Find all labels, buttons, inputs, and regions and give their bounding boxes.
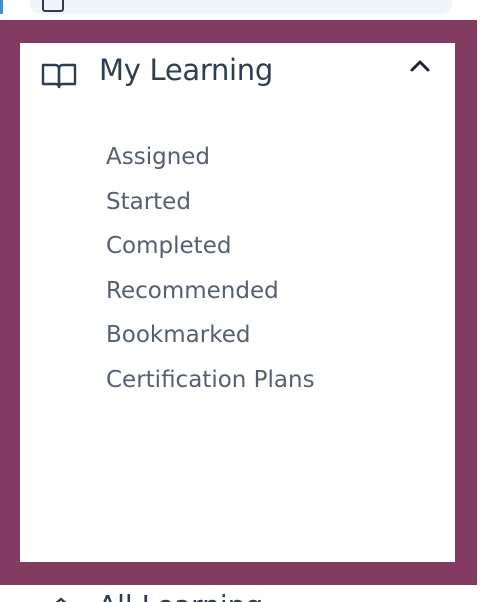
nav-subitem-label: Bookmarked bbox=[106, 322, 251, 348]
grid-icon bbox=[42, 0, 64, 12]
nav-item-all-learning[interactable]: All Learning bbox=[0, 585, 485, 602]
nav-submenu: Assigned Started Completed Recommended B… bbox=[20, 123, 455, 418]
page: My Learning Assigned Started Completed R… bbox=[0, 0, 485, 602]
nav-item-previous[interactable] bbox=[30, 0, 452, 14]
chevron-up-icon[interactable] bbox=[408, 57, 432, 79]
nav-item-label: All Learning bbox=[98, 589, 263, 602]
home-icon bbox=[44, 593, 78, 602]
nav-subitem-certification-plans[interactable]: Certification Plans bbox=[20, 346, 455, 419]
nav-section-my-learning: My Learning Assigned Started Completed R… bbox=[20, 43, 455, 562]
nav-subitem-label: Started bbox=[106, 188, 191, 215]
nav-subitem-label: Completed bbox=[106, 233, 232, 259]
nav-section-header[interactable]: My Learning bbox=[20, 43, 455, 103]
book-icon bbox=[41, 61, 77, 93]
nav-subitem-label: Certification Plans bbox=[106, 366, 315, 393]
nav-subitem-label: Assigned bbox=[106, 144, 211, 170]
active-indicator bbox=[0, 0, 3, 14]
nav-section-label: My Learning bbox=[99, 53, 273, 87]
nav-subitem-label: Recommended bbox=[106, 277, 279, 304]
